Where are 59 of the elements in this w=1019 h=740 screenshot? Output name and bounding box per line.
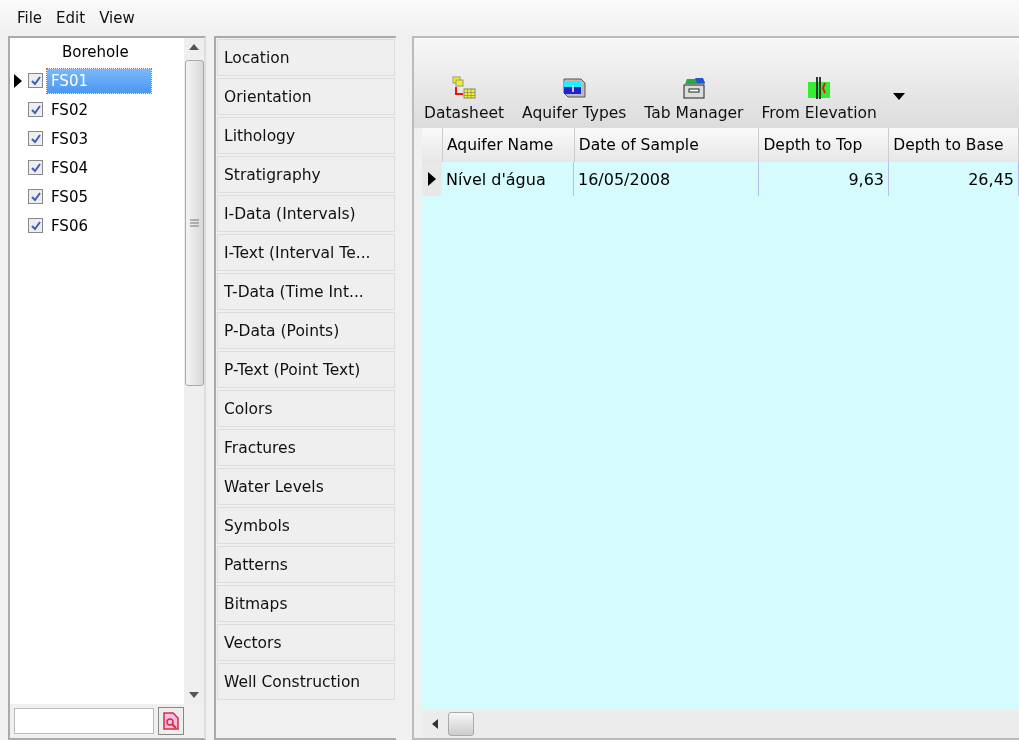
borehole-item[interactable]: FS05: [47, 184, 151, 209]
toolbar-button[interactable]: Tab Manager: [642, 76, 746, 122]
scroll-thumb[interactable]: [448, 712, 474, 736]
toolbar-button[interactable]: Datasheet: [422, 76, 507, 122]
borehole-item[interactable]: FS03: [47, 126, 151, 151]
borehole-item[interactable]: FS04: [47, 155, 151, 180]
toolbar-button[interactable]: From Elevation: [759, 76, 879, 122]
table-cell: 16/05/2008: [574, 162, 759, 196]
scroll-left-icon[interactable]: [432, 719, 438, 729]
scrollbar[interactable]: [184, 38, 204, 704]
elevation-icon: [806, 76, 833, 100]
tab-button[interactable]: Bitmaps: [217, 585, 395, 622]
menu-item[interactable]: File: [12, 7, 48, 29]
dropdown-arrow-icon[interactable]: [892, 93, 905, 100]
checkbox[interactable]: [28, 218, 43, 233]
tab-button[interactable]: T-Data (Time Int...: [217, 273, 395, 310]
table-cell: 26,45: [889, 162, 1019, 196]
column-header: Borehole: [62, 43, 129, 61]
tab-button[interactable]: P-Text (Point Text): [217, 351, 395, 388]
checkbox[interactable]: [28, 160, 43, 175]
tab-button[interactable]: P-Data (Points): [217, 312, 395, 349]
tab-button[interactable]: Vectors: [217, 624, 395, 661]
tab-button[interactable]: I-Text (Interval Te...: [217, 234, 395, 271]
table-cell: Nível d'água: [442, 162, 574, 196]
search-field[interactable]: [14, 708, 154, 734]
tab-button[interactable]: Lithology: [217, 117, 395, 154]
checkbox[interactable]: [28, 189, 43, 204]
table-cell: 9,63: [759, 162, 889, 196]
tab-button[interactable]: Symbols: [217, 507, 395, 544]
menu-item[interactable]: View: [94, 7, 140, 29]
column-header[interactable]: Aquifer Name: [442, 128, 575, 162]
tab-button[interactable]: Stratigraphy: [217, 156, 395, 193]
tab-button[interactable]: Orientation: [217, 78, 395, 115]
search-button[interactable]: [158, 707, 184, 735]
scroll-down-icon[interactable]: [189, 692, 199, 698]
checkbox[interactable]: [28, 131, 43, 146]
tab-button[interactable]: I-Data (Intervals): [217, 195, 395, 232]
column-header[interactable]: Date of Sample: [574, 128, 760, 162]
scroll-thumb[interactable]: [184, 60, 204, 386]
menu-item[interactable]: Edit: [51, 7, 91, 29]
tab-button[interactable]: Water Levels: [217, 468, 395, 505]
scrollbar[interactable]: [422, 710, 1019, 738]
checkbox[interactable]: [28, 102, 43, 117]
tab-button[interactable]: Colors: [217, 390, 395, 427]
grip-icon: [189, 219, 199, 227]
scroll-up-icon[interactable]: [189, 44, 199, 50]
checkbox[interactable]: [28, 73, 43, 88]
tab-button[interactable]: Fractures: [217, 429, 395, 466]
toolbar-button[interactable]: Aquifer Types: [520, 76, 629, 122]
tab-button[interactable]: Location: [217, 39, 395, 76]
water-tank-icon: [561, 76, 588, 100]
borehole-item[interactable]: FS02: [47, 97, 151, 122]
grid-icon: [451, 76, 478, 100]
column-header[interactable]: Depth to Base: [889, 128, 1019, 162]
column-header[interactable]: Depth to Top: [759, 128, 890, 162]
drawer-icon: [680, 76, 707, 100]
tab-button[interactable]: Patterns: [217, 546, 395, 583]
borehole-item[interactable]: FS06: [47, 213, 151, 238]
tab-button[interactable]: Well Construction: [217, 663, 395, 700]
